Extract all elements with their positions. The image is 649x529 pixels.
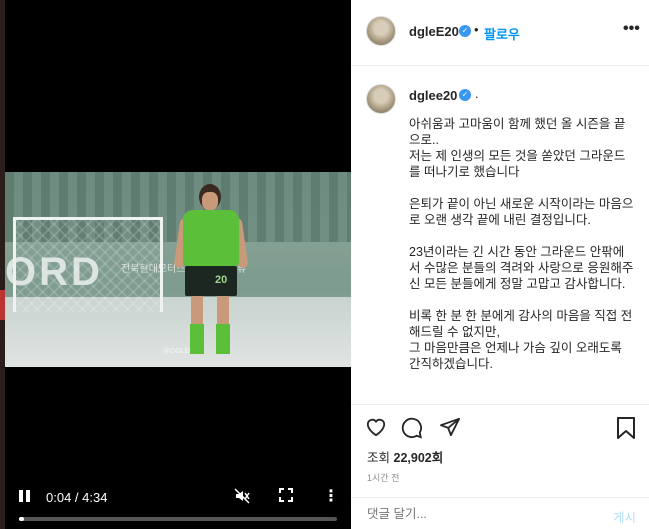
caption-verified-badge-icon: ✓ <box>459 89 471 101</box>
fullscreen-icon[interactable] <box>279 488 293 505</box>
post-comment-button[interactable]: 게시 <box>613 507 636 526</box>
video-player[interactable]: ORD 전북현대모터스 선수단 인터뷰 @DGLEE20 20 0:04 / 4… <box>5 0 351 529</box>
comment-bar: 게시 <box>351 497 649 529</box>
pause-icon[interactable] <box>19 490 33 504</box>
caption-paragraph: 23년이라는 긴 시간 동안 그라운드 안팎에서 수많은 분들의 격려와 사랑으… <box>409 245 634 291</box>
caption-text: 아쉬움과 고마움이 함께 했던 올 시즌을 끝으로.. 저는 제 인생의 모든 … <box>409 116 635 388</box>
muted-speaker-icon[interactable] <box>234 488 250 507</box>
caption-username[interactable]: dglee20 <box>409 88 457 103</box>
verified-badge-icon: ✓ <box>459 25 471 37</box>
player-face <box>202 192 218 210</box>
caption-paragraph: 은퇴가 끝이 아닌 새로운 시작이라는 마음으로 오랜 생각 끝에 내린 결정입… <box>409 197 634 227</box>
football-player: 20 <box>173 184 249 367</box>
caption-paragraph: 비록 한 분 한 분에게 감사의 마음을 직접 전해드릴 수 없지만, 그 마음… <box>409 309 633 371</box>
share-icon[interactable] <box>439 417 461 442</box>
views-count: 22,902회 <box>393 451 444 465</box>
post-time-ago: 1시간 전 <box>367 473 400 483</box>
caption-suffix: . <box>475 86 479 101</box>
comment-input[interactable] <box>367 507 567 521</box>
view-count: 조회 22,902회 <box>367 447 443 466</box>
video-time: 0:04 / 4:34 <box>46 490 108 505</box>
header-separator: • <box>474 22 479 37</box>
bookmark-icon[interactable] <box>617 417 635 444</box>
caption-avatar[interactable] <box>366 84 396 114</box>
video-controls: 0:04 / 4:34 ⋮ <box>5 482 351 529</box>
post-header: dgleE20 ✓ • 팔로우 ••• <box>351 0 649 66</box>
player-sock-right <box>216 324 230 354</box>
player-shorts <box>185 266 237 296</box>
player-number: 20 <box>215 274 228 286</box>
caption-paragraph: 아쉬움과 고마움이 함께 했던 올 시즌을 끝으로.. 저는 제 인생의 모든 … <box>409 117 626 179</box>
follow-button[interactable]: 팔로우 <box>484 24 520 43</box>
vertical-ellipsis-icon[interactable]: ⋮ <box>323 486 339 506</box>
post-panel: dgleE20 ✓ • 팔로우 ••• dglee20 ✓ . 아쉬움과 고마움… <box>351 0 649 529</box>
header-username[interactable]: dgleE20 <box>409 24 459 39</box>
views-label: 조회 <box>367 451 391 465</box>
player-shirt <box>183 210 239 266</box>
player-sock-left <box>190 324 204 354</box>
video-progress-fill <box>19 517 24 521</box>
caption-area[interactable]: dglee20 ✓ . 아쉬움과 고마움이 함께 했던 올 시즌을 끝으로.. … <box>351 66 649 404</box>
avatar[interactable] <box>366 16 396 46</box>
comment-icon[interactable] <box>401 417 423 444</box>
stadium-banner: ORD <box>5 250 103 294</box>
more-options-icon[interactable]: ••• <box>623 20 640 38</box>
video-progress-bar[interactable] <box>19 517 337 521</box>
video-frame[interactable]: ORD 전북현대모터스 선수단 인터뷰 @DGLEE20 20 <box>5 172 351 367</box>
heart-icon[interactable] <box>365 417 387 442</box>
post-actions: 조회 22,902회 1시간 전 게시 <box>351 404 649 529</box>
